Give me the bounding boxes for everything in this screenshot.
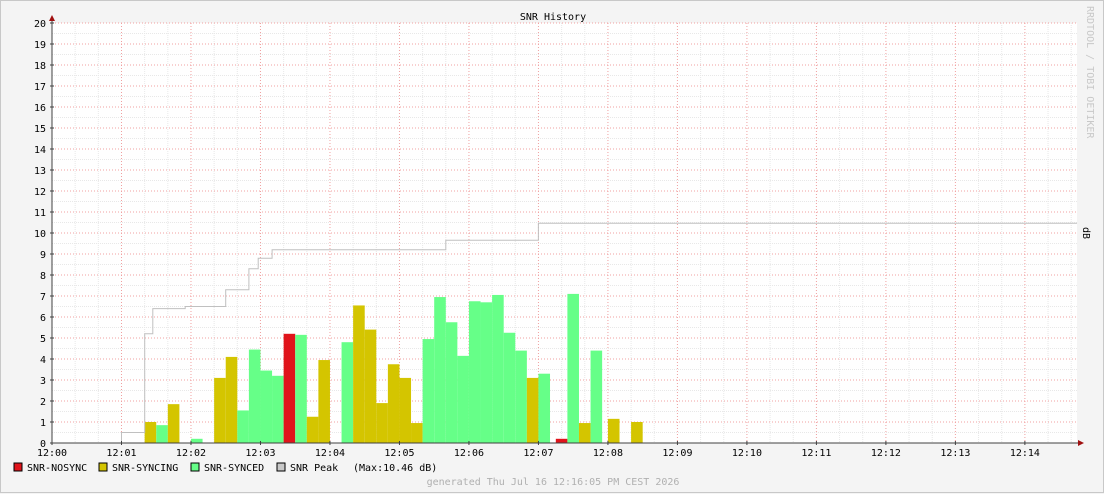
x-tick-label: 12:04	[315, 448, 345, 459]
bar-snr-synced	[567, 293, 579, 443]
bar-snr-synced	[156, 425, 168, 443]
y-tick-label: 12	[34, 187, 46, 198]
y-tick-label: 10	[34, 229, 46, 240]
bar-snr-syncing	[526, 377, 539, 443]
x-tick-label: 12:06	[454, 448, 484, 459]
y-tick-label: 18	[34, 61, 46, 72]
x-tick-label: 12:12	[871, 448, 901, 459]
bar-snr-syncing	[387, 364, 400, 443]
x-tick-label: 12:02	[176, 448, 206, 459]
y-tick-label: 9	[40, 250, 46, 261]
bar-snr-syncing	[214, 377, 226, 443]
y-tick-label: 14	[34, 145, 46, 156]
bar-snr-synced	[422, 339, 435, 443]
y-tick-label: 7	[40, 292, 46, 303]
x-tick-label: 12:03	[245, 448, 275, 459]
bar-snr-syncing	[306, 416, 319, 443]
chart-title: SNR History	[520, 12, 586, 23]
bar-snr-syncing	[225, 356, 238, 443]
bar-snr-synced	[260, 370, 273, 443]
x-tick-label: 12:14	[1010, 448, 1040, 459]
bar-snr-synced	[248, 349, 261, 443]
bar-snr-synced	[457, 355, 469, 443]
x-tick-label: 12:11	[801, 448, 831, 459]
bar-snr-synced	[237, 410, 249, 443]
y-tick-label: 1	[40, 418, 46, 429]
x-tick-label: 12:08	[593, 448, 623, 459]
legend-swatch-snr-syncing	[98, 462, 108, 472]
bar-snr-syncing	[167, 404, 180, 443]
watermark: RRDTOOL / TOBI OETIKER	[1084, 6, 1095, 139]
bar-snr-syncing	[318, 360, 330, 443]
bar-snr-synced	[515, 350, 527, 443]
bar-snr-synced	[492, 294, 504, 443]
bar-snr-nosync	[283, 333, 296, 443]
x-tick-label: 12:05	[384, 448, 414, 459]
bar-snr-synced	[190, 438, 203, 443]
chart-frame: 0 1 2 3 4 5 6 7 8 9 10 11 12 13 14 15 16 17 18 19 20 12:00 12:…	[0, 0, 1104, 493]
y-tick-label: 2	[40, 397, 46, 408]
legend-swatch-snr-synced	[190, 462, 200, 472]
bar-snr-syncing	[578, 423, 591, 443]
bar-snr-synced	[503, 332, 516, 443]
y-tick-label: 13	[34, 166, 46, 177]
bar-snr-syncing	[411, 423, 423, 443]
y-tick-label: 16	[34, 103, 46, 114]
y-axis-label: dB	[1080, 227, 1091, 239]
legend-label-snr-peak: SNR Peak	[290, 463, 338, 474]
bar-snr-synced	[341, 342, 354, 443]
y-axis-arrow	[49, 15, 55, 21]
bar-snr-syncing	[607, 418, 620, 443]
y-tick-label: 11	[34, 208, 46, 219]
x-axis-arrow	[1078, 440, 1084, 446]
bar-snr-syncing	[144, 422, 157, 443]
y-tick-label: 20	[34, 19, 46, 30]
legend-peak-max: (Max:10.46 dB)	[353, 463, 437, 474]
bar-snr-synced	[434, 297, 446, 443]
legend-swatch-snr-nosync	[13, 462, 23, 472]
x-tick-label: 12:13	[940, 448, 970, 459]
y-tick-label: 4	[40, 355, 46, 366]
y-tick-label: 19	[34, 40, 46, 51]
legend-label-snr-synced: SNR-SYNCED	[204, 463, 264, 474]
y-tick-label: 6	[40, 313, 46, 324]
y-tick-label: 5	[40, 334, 46, 345]
bar-snr-syncing	[631, 422, 643, 443]
footer-generated: generated Thu Jul 16 12:16:05 PM CEST 20…	[427, 477, 680, 488]
legend-label-snr-nosync: SNR-NOSYNC	[27, 463, 87, 474]
bar-snr-nosync	[555, 438, 568, 443]
x-tick-label: 12:00	[37, 448, 67, 459]
x-tick-label: 12:09	[662, 448, 692, 459]
bar-snr-synced	[295, 334, 307, 443]
y-tick-label: 3	[40, 376, 46, 387]
snr-history-chart: 0123456789101112131415161718192012:00 12:…	[13, 6, 1095, 488]
bar-snr-syncing	[399, 377, 412, 443]
legend-label-snr-syncing: SNR-SYNCING	[112, 463, 178, 474]
bar-snr-syncing	[364, 329, 377, 443]
y-tick-label: 8	[40, 271, 46, 282]
bar-snr-syncing	[376, 403, 388, 443]
bar-snr-synced	[445, 322, 458, 443]
bar-snr-synced	[590, 350, 603, 443]
bar-snr-synced	[538, 373, 551, 443]
x-tick-label: 12:10	[732, 448, 762, 459]
bar-snr-synced	[272, 375, 284, 443]
bar-snr-syncing	[353, 305, 365, 443]
y-tick-label: 15	[34, 124, 46, 135]
y-tick-label: 17	[34, 82, 46, 93]
bar-snr-synced	[468, 301, 481, 443]
bar-snr-synced	[480, 302, 493, 443]
x-tick-label: 12:07	[523, 448, 553, 459]
legend-swatch-snr-peak	[276, 462, 286, 472]
x-tick-label: 12:01	[106, 448, 136, 459]
